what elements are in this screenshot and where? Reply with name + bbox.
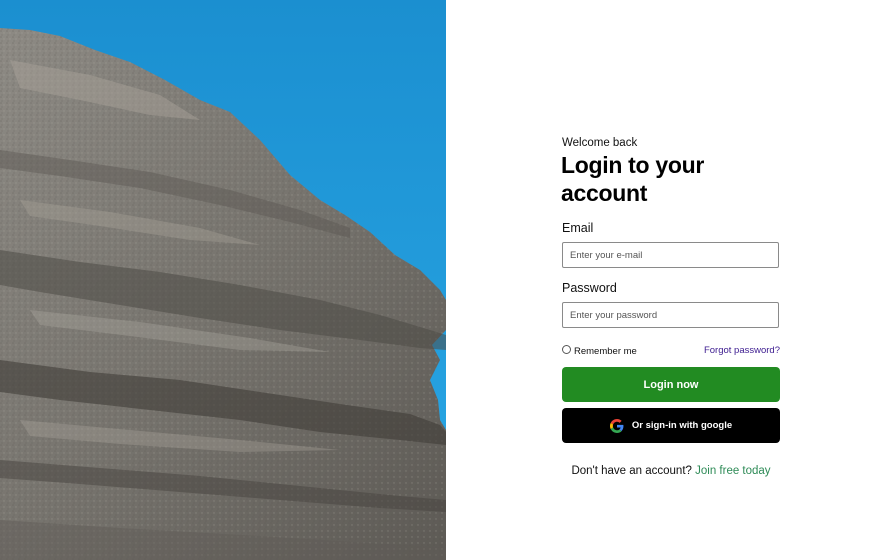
login-button[interactable]: Login now — [562, 367, 780, 402]
password-label: Password — [562, 281, 617, 295]
google-signin-button[interactable]: Or sign-in with google — [562, 408, 780, 443]
signup-text: Don't have an account? — [571, 465, 692, 477]
options-row: Remember me Forgot password? — [562, 343, 780, 357]
remember-me-option[interactable]: Remember me — [562, 344, 637, 357]
remember-me-label: Remember me — [574, 345, 637, 357]
signup-prompt: Don't have an account? Join free today — [562, 465, 780, 477]
google-icon — [609, 418, 624, 433]
join-free-link[interactable]: Join free today — [695, 465, 770, 477]
rock-cliff-illustration — [0, 0, 446, 560]
remember-me-radio[interactable] — [562, 344, 571, 354]
google-signin-label: Or sign-in with google — [631, 420, 733, 431]
email-field[interactable] — [562, 242, 779, 268]
password-field[interactable] — [562, 302, 779, 328]
welcome-text: Welcome back — [562, 137, 638, 149]
login-form: Welcome back Login to your account Email… — [561, 136, 780, 443]
forgot-password-link[interactable]: Forgot password? — [704, 345, 780, 356]
email-label: Email — [562, 221, 594, 235]
hero-image — [0, 0, 446, 560]
page-title: Login to your account — [561, 152, 705, 206]
